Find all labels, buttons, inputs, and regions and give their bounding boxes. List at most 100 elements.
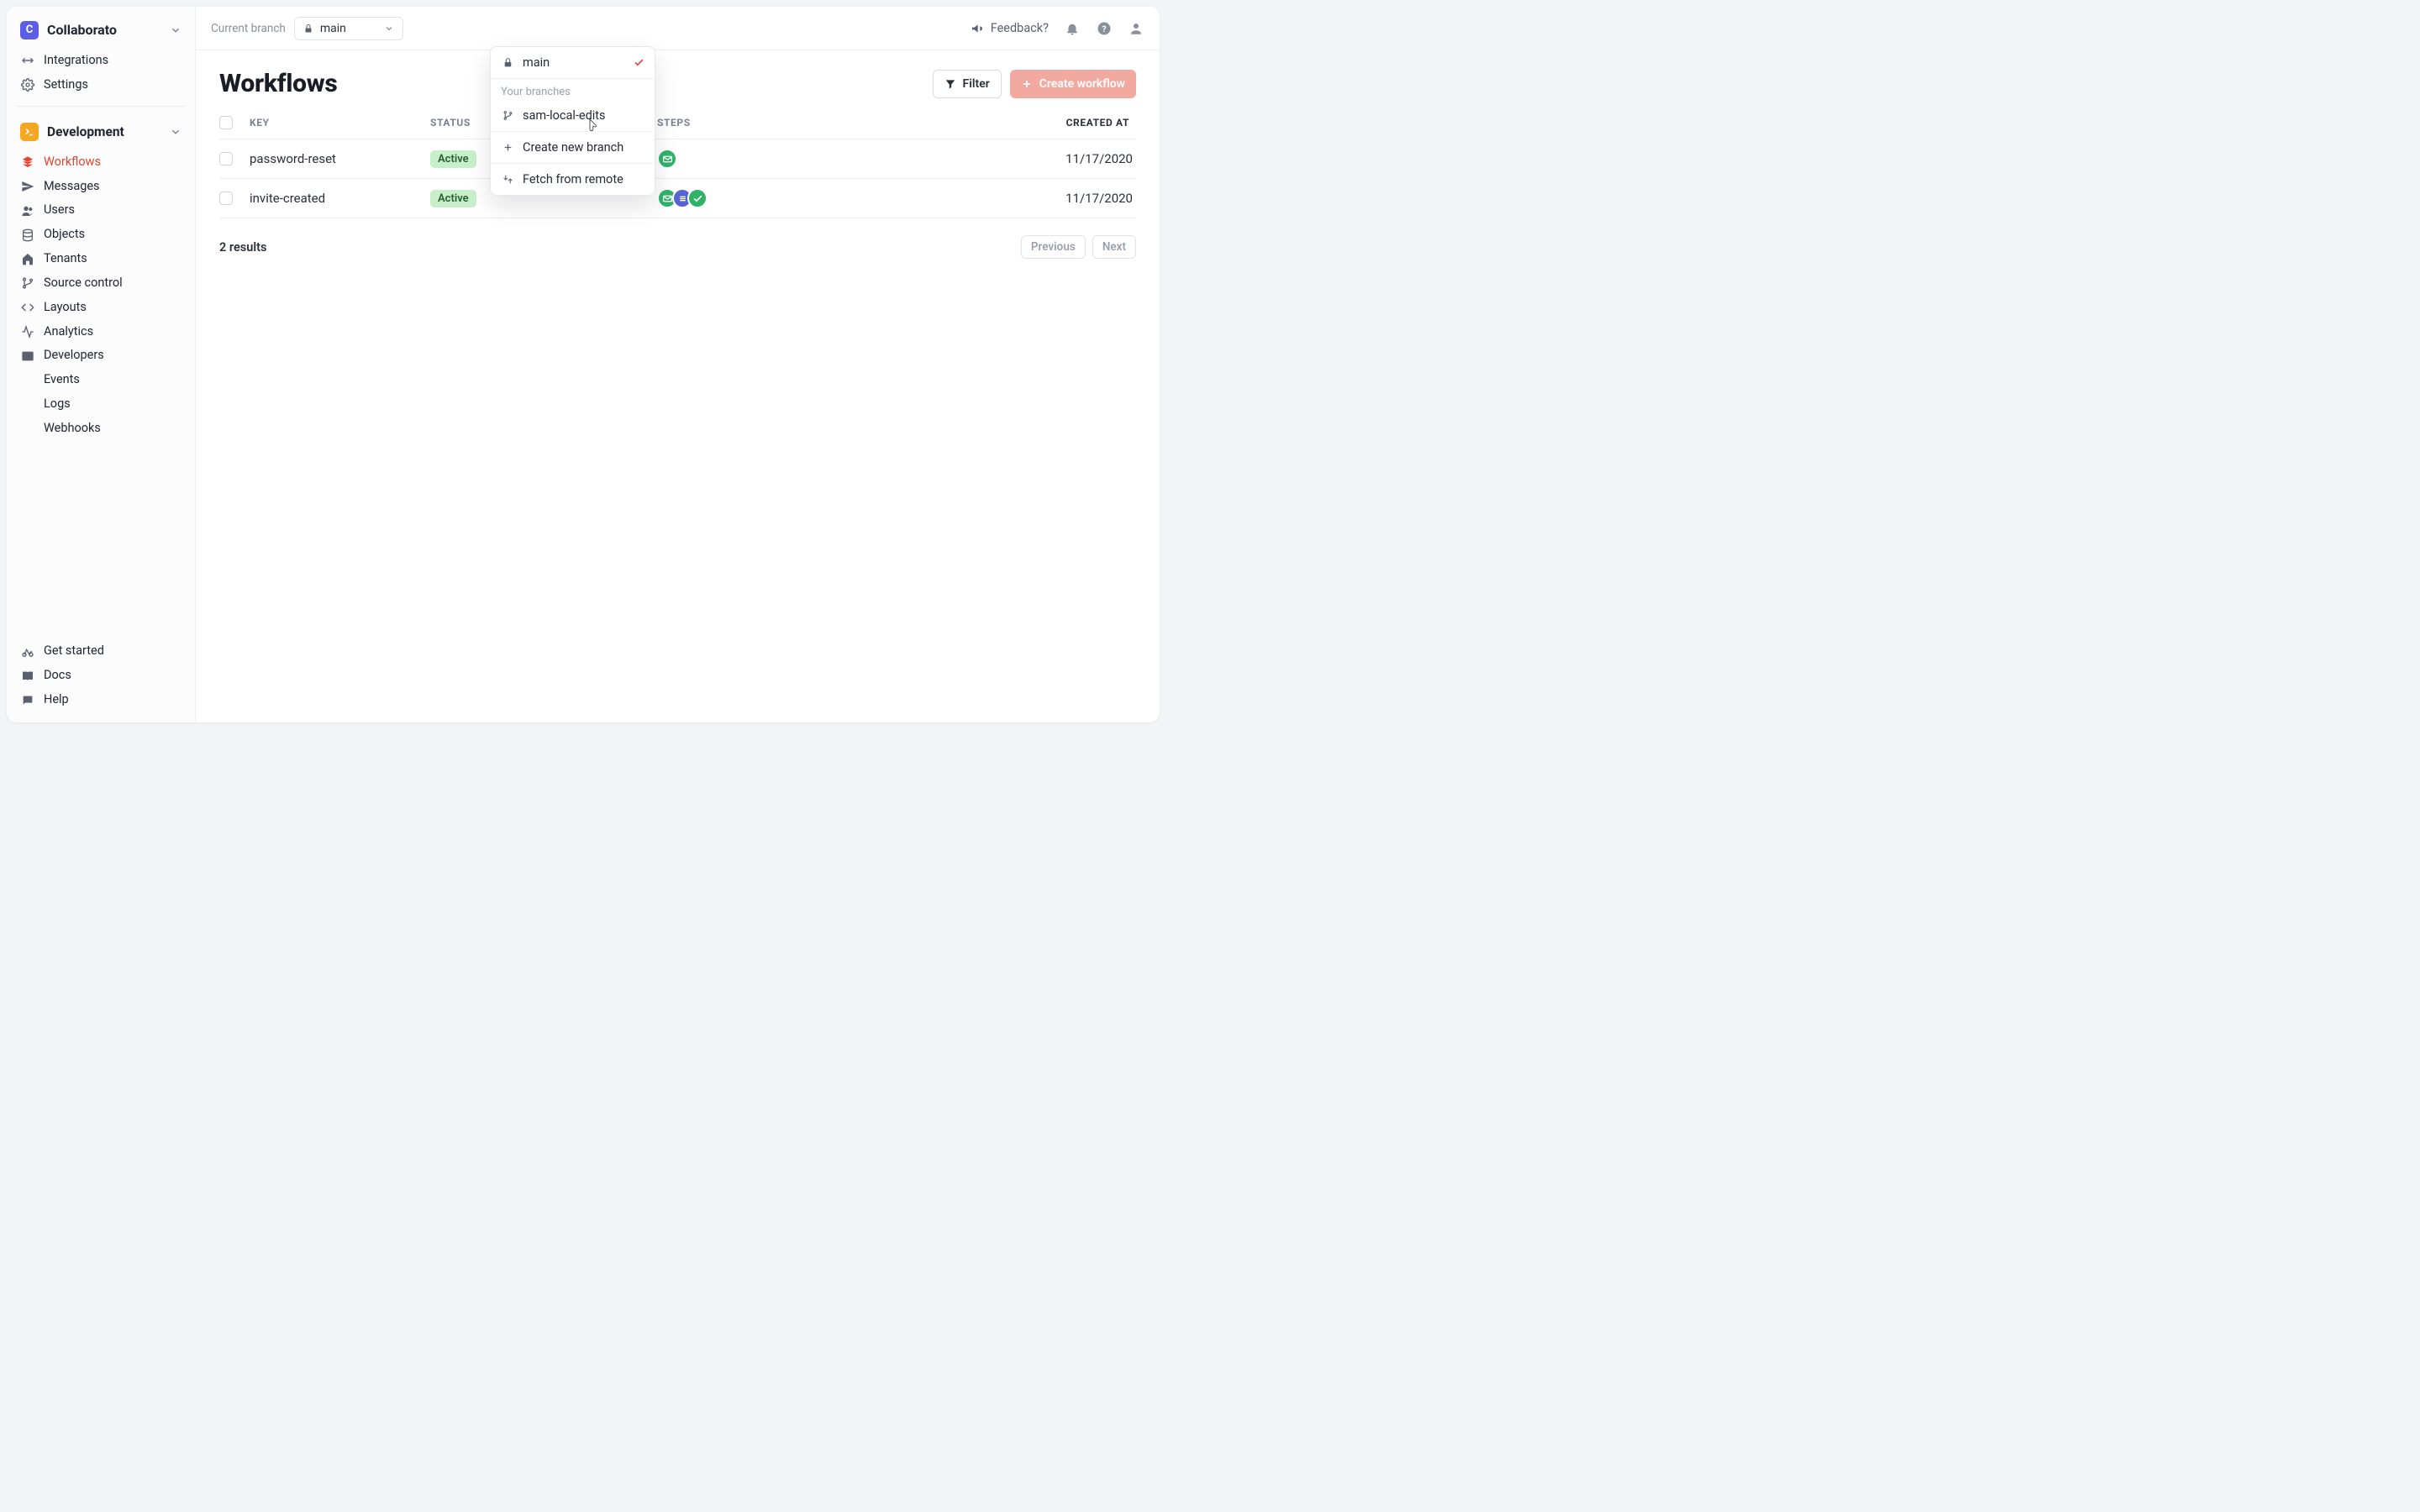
brand-name: Collaborato xyxy=(47,22,117,39)
sidebar-item-tenants[interactable]: Tenants xyxy=(15,247,187,271)
chevron-down-icon xyxy=(170,24,182,36)
status-badge: Active xyxy=(430,190,476,207)
create-workflow-button[interactable]: Create workflow xyxy=(1010,70,1136,98)
sidebar-item-source-control[interactable]: Source control xyxy=(15,271,187,296)
sidebar-item-messages[interactable]: Messages xyxy=(15,175,187,199)
svg-text:?: ? xyxy=(1102,23,1106,34)
step-mail-icon xyxy=(657,149,677,169)
sidebar-item-events[interactable]: Events xyxy=(15,368,187,392)
create-label: Create workflow xyxy=(1039,77,1125,91)
book-icon xyxy=(20,669,35,683)
layers-icon xyxy=(20,155,35,169)
code-icon xyxy=(20,301,35,314)
lock-icon xyxy=(501,57,514,68)
sidebar-label: Developers xyxy=(44,348,104,364)
notifications-button[interactable] xyxy=(1064,20,1081,37)
section-icon xyxy=(20,123,39,141)
profile-button[interactable] xyxy=(1128,20,1144,37)
row-steps xyxy=(657,149,1010,169)
row-checkbox[interactable] xyxy=(219,152,233,165)
filter-button[interactable]: Filter xyxy=(933,70,1002,98)
branch-icon xyxy=(20,276,35,290)
help-button[interactable]: ? xyxy=(1096,20,1113,37)
branch-icon xyxy=(501,110,514,121)
branch-option-user-branch[interactable]: sam-local-edits xyxy=(491,100,655,132)
sidebar-item-workflows[interactable]: Workflows xyxy=(15,150,187,175)
select-all-checkbox[interactable] xyxy=(219,116,233,129)
current-branch-label: Current branch xyxy=(211,22,286,35)
bike-icon xyxy=(20,645,35,659)
gear-icon xyxy=(20,78,35,92)
sidebar-item-developers[interactable]: Developers xyxy=(15,344,187,368)
brand-switcher[interactable]: C Collaborato xyxy=(15,17,187,44)
sidebar-label: Layouts xyxy=(44,300,87,316)
branch-dropdown: main Your branches sam-local-edits Creat… xyxy=(490,46,655,196)
sidebar-label: Events xyxy=(44,372,80,388)
sidebar-item-users[interactable]: Users xyxy=(15,198,187,223)
fetch-from-remote[interactable]: Fetch from remote xyxy=(491,164,655,195)
megaphone-icon xyxy=(971,22,984,35)
table-row[interactable]: invite-created Active 11/17/2020 xyxy=(219,179,1136,218)
sidebar-item-layouts[interactable]: Layouts xyxy=(15,296,187,320)
sidebar-item-objects[interactable]: Objects xyxy=(15,223,187,247)
feedback-label: Feedback? xyxy=(991,21,1049,35)
branch-selector[interactable]: main xyxy=(294,17,403,40)
sidebar-item-integrations[interactable]: Integrations xyxy=(15,49,187,73)
terminal-icon xyxy=(20,349,35,363)
database-icon xyxy=(20,228,35,242)
sidebar-item-help[interactable]: Help xyxy=(15,688,187,712)
sidebar-item-docs[interactable]: Docs xyxy=(15,664,187,688)
sidebar-label: Logs xyxy=(44,396,71,412)
fetch-label: Fetch from remote xyxy=(523,172,623,186)
send-icon xyxy=(20,180,35,193)
sidebar-item-analytics[interactable]: Analytics xyxy=(15,320,187,344)
workflows-table: KEY STATUS STEPS CREATED AT password-res… xyxy=(219,107,1136,218)
brand-icon: C xyxy=(20,21,39,39)
sidebar-label: Settings xyxy=(44,77,88,93)
row-checkbox[interactable] xyxy=(219,192,233,205)
chat-icon xyxy=(20,694,35,707)
sidebar-label: Tenants xyxy=(44,251,87,267)
sidebar-item-webhooks[interactable]: Webhooks xyxy=(15,417,187,441)
results-count: 2 results xyxy=(219,240,266,255)
sidebar-label: Help xyxy=(44,692,69,708)
col-steps: STEPS xyxy=(657,117,1010,129)
row-created: 11/17/2020 xyxy=(1010,191,1136,206)
branch-option-label: main xyxy=(523,55,550,70)
branch-option-main[interactable]: main xyxy=(491,47,655,79)
chevron-down-icon xyxy=(384,24,394,34)
sidebar: C Collaborato Integrations Settings Deve… xyxy=(7,7,196,722)
sidebar-item-settings[interactable]: Settings xyxy=(15,73,187,97)
create-new-branch[interactable]: Create new branch xyxy=(491,132,655,164)
sidebar-label: Users xyxy=(44,202,75,218)
prev-button[interactable]: Previous xyxy=(1021,235,1086,259)
page-title: Workflows xyxy=(219,69,337,98)
step-check-icon xyxy=(687,188,708,208)
sidebar-label: Objects xyxy=(44,227,85,243)
sync-icon xyxy=(501,174,514,185)
sidebar-label: Webhooks xyxy=(44,421,101,437)
sidebar-label: Workflows xyxy=(44,155,101,171)
row-steps xyxy=(657,188,1010,208)
sidebar-item-get-started[interactable]: Get started xyxy=(15,639,187,664)
sidebar-label: Analytics xyxy=(44,324,93,340)
sidebar-item-logs[interactable]: Logs xyxy=(15,392,187,417)
feedback-button[interactable]: Feedback? xyxy=(971,21,1049,35)
home-icon xyxy=(20,252,35,265)
create-branch-label: Create new branch xyxy=(523,140,623,155)
sidebar-label: Docs xyxy=(44,668,71,684)
branch-option-label: sam-local-edits xyxy=(523,108,606,123)
plus-icon xyxy=(1021,78,1033,90)
sidebar-label: Get started xyxy=(44,643,104,659)
sidebar-section-development[interactable]: Development xyxy=(15,118,187,145)
check-icon xyxy=(634,57,644,68)
sidebar-label: Integrations xyxy=(44,53,108,69)
next-button[interactable]: Next xyxy=(1092,235,1136,259)
swap-icon xyxy=(20,54,35,67)
table-header: KEY STATUS STEPS CREATED AT xyxy=(219,107,1136,139)
sidebar-label: Messages xyxy=(44,179,100,195)
row-key: password-reset xyxy=(250,151,430,166)
branch-name: main xyxy=(320,22,346,35)
users-icon xyxy=(20,204,35,218)
table-row[interactable]: password-reset Active 11/17/2020 xyxy=(219,139,1136,179)
